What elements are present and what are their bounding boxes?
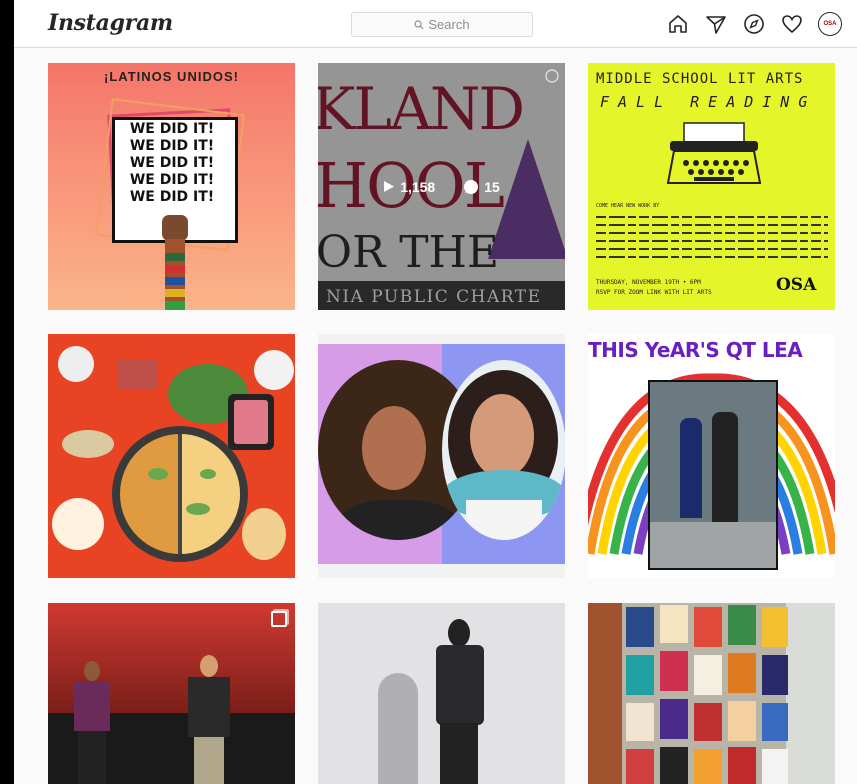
post-hotpot-illustration[interactable]	[48, 334, 295, 578]
flyer-rsvp: RSVP FOR ZOOM LINK WITH LIT ARTS	[596, 289, 712, 296]
portrait-right	[442, 360, 565, 540]
performer-head	[200, 655, 218, 677]
window-glass	[786, 603, 835, 784]
raised-fist-icon	[162, 215, 188, 310]
posters-grid	[626, 605, 788, 784]
comments-count: 15	[463, 179, 500, 195]
woman-shadow	[378, 673, 418, 784]
search-input[interactable]: Search	[351, 12, 533, 37]
sign-line: WE DID IT!	[129, 138, 215, 154]
sign-text: WE DID IT! WE DID IT! WE DID IT! WE DID …	[112, 121, 232, 206]
flyer-date: THURSDAY, NOVEMBER 19TH • 6PM	[596, 279, 701, 286]
comments-value: 15	[484, 178, 500, 195]
profile-avatar[interactable]: OSA	[818, 12, 842, 36]
hotpot-artwork	[52, 346, 294, 562]
portrait-shirt	[338, 500, 458, 540]
performer-pants	[194, 737, 224, 784]
performer-left	[72, 661, 112, 784]
photo-frame	[648, 380, 778, 570]
comment-icon	[464, 179, 479, 194]
likes-count: 1,158	[383, 179, 435, 195]
building-wall-left	[588, 603, 622, 784]
post-walking-woman[interactable]	[318, 603, 565, 784]
performer-skirt	[78, 731, 106, 784]
video-icon	[545, 69, 559, 83]
sign-line: WE DID IT!	[129, 189, 215, 205]
search-icon	[414, 19, 424, 29]
instagram-logo[interactable]: Instagram	[48, 10, 173, 36]
woman-legs	[440, 723, 478, 784]
photo-person	[680, 418, 702, 518]
nav-icons: OSA	[666, 12, 842, 36]
activity-icon[interactable]	[780, 12, 804, 36]
avatar-text: OSA	[823, 21, 837, 27]
direct-icon[interactable]	[704, 12, 728, 36]
woman-figure	[428, 619, 488, 784]
portrait-shirt	[466, 500, 542, 540]
play-icon	[384, 181, 395, 192]
portrait-face	[362, 406, 426, 490]
home-icon[interactable]	[666, 12, 690, 36]
post-two-portraits[interactable]	[318, 334, 565, 578]
post-latinos-unidos[interactable]: ¡LATINOS UNIDOS! WE DID IT! WE DID IT! W…	[48, 63, 295, 310]
names-block	[596, 216, 828, 258]
explore-icon[interactable]	[742, 12, 766, 36]
flyer-line-1: MIDDLE SCHOOL LIT ARTS	[596, 71, 804, 87]
performer-head	[84, 661, 100, 681]
flyer-logo: OSA	[776, 275, 817, 295]
sign-line: WE DID IT!	[129, 172, 215, 188]
sign-line: WE DID IT!	[129, 155, 215, 171]
post-fall-reading[interactable]: MIDDLE SCHOOL LIT ARTS FALL READING COME…	[588, 63, 835, 310]
performer-jacket	[188, 677, 230, 737]
sign-line: WE DID IT!	[129, 121, 215, 137]
photo-person	[712, 412, 738, 522]
post-poster-wall[interactable]	[588, 603, 835, 784]
instagram-app: Instagram Search OSA ¡LATINOS UNIDOS! WE…	[14, 0, 857, 784]
performer-right	[186, 655, 232, 784]
photo-ground	[650, 522, 776, 568]
flyer-line-2: FALL READING	[600, 93, 817, 111]
woman-suit	[436, 645, 484, 725]
post-qt-leaders[interactable]: THIS YeAR'S QT LEA	[588, 334, 835, 578]
post-osa-sign[interactable]: KLAND HOOL OR THE NIA PUBLIC CHARTE 1,15…	[318, 63, 565, 310]
carousel-icon	[271, 611, 287, 627]
hover-overlay: 1,158 15	[318, 63, 565, 310]
post-stage-performance[interactable]	[48, 603, 295, 784]
search-placeholder: Search	[428, 17, 470, 32]
performer-top	[74, 681, 110, 731]
flyer-come: COME HEAR NEW WORK BY	[596, 203, 660, 209]
top-nav-bar: Instagram Search OSA	[14, 0, 857, 48]
portrait-face	[470, 394, 534, 478]
typewriter-icon	[666, 122, 762, 184]
likes-value: 1,158	[400, 178, 436, 195]
woman-head	[448, 619, 470, 647]
